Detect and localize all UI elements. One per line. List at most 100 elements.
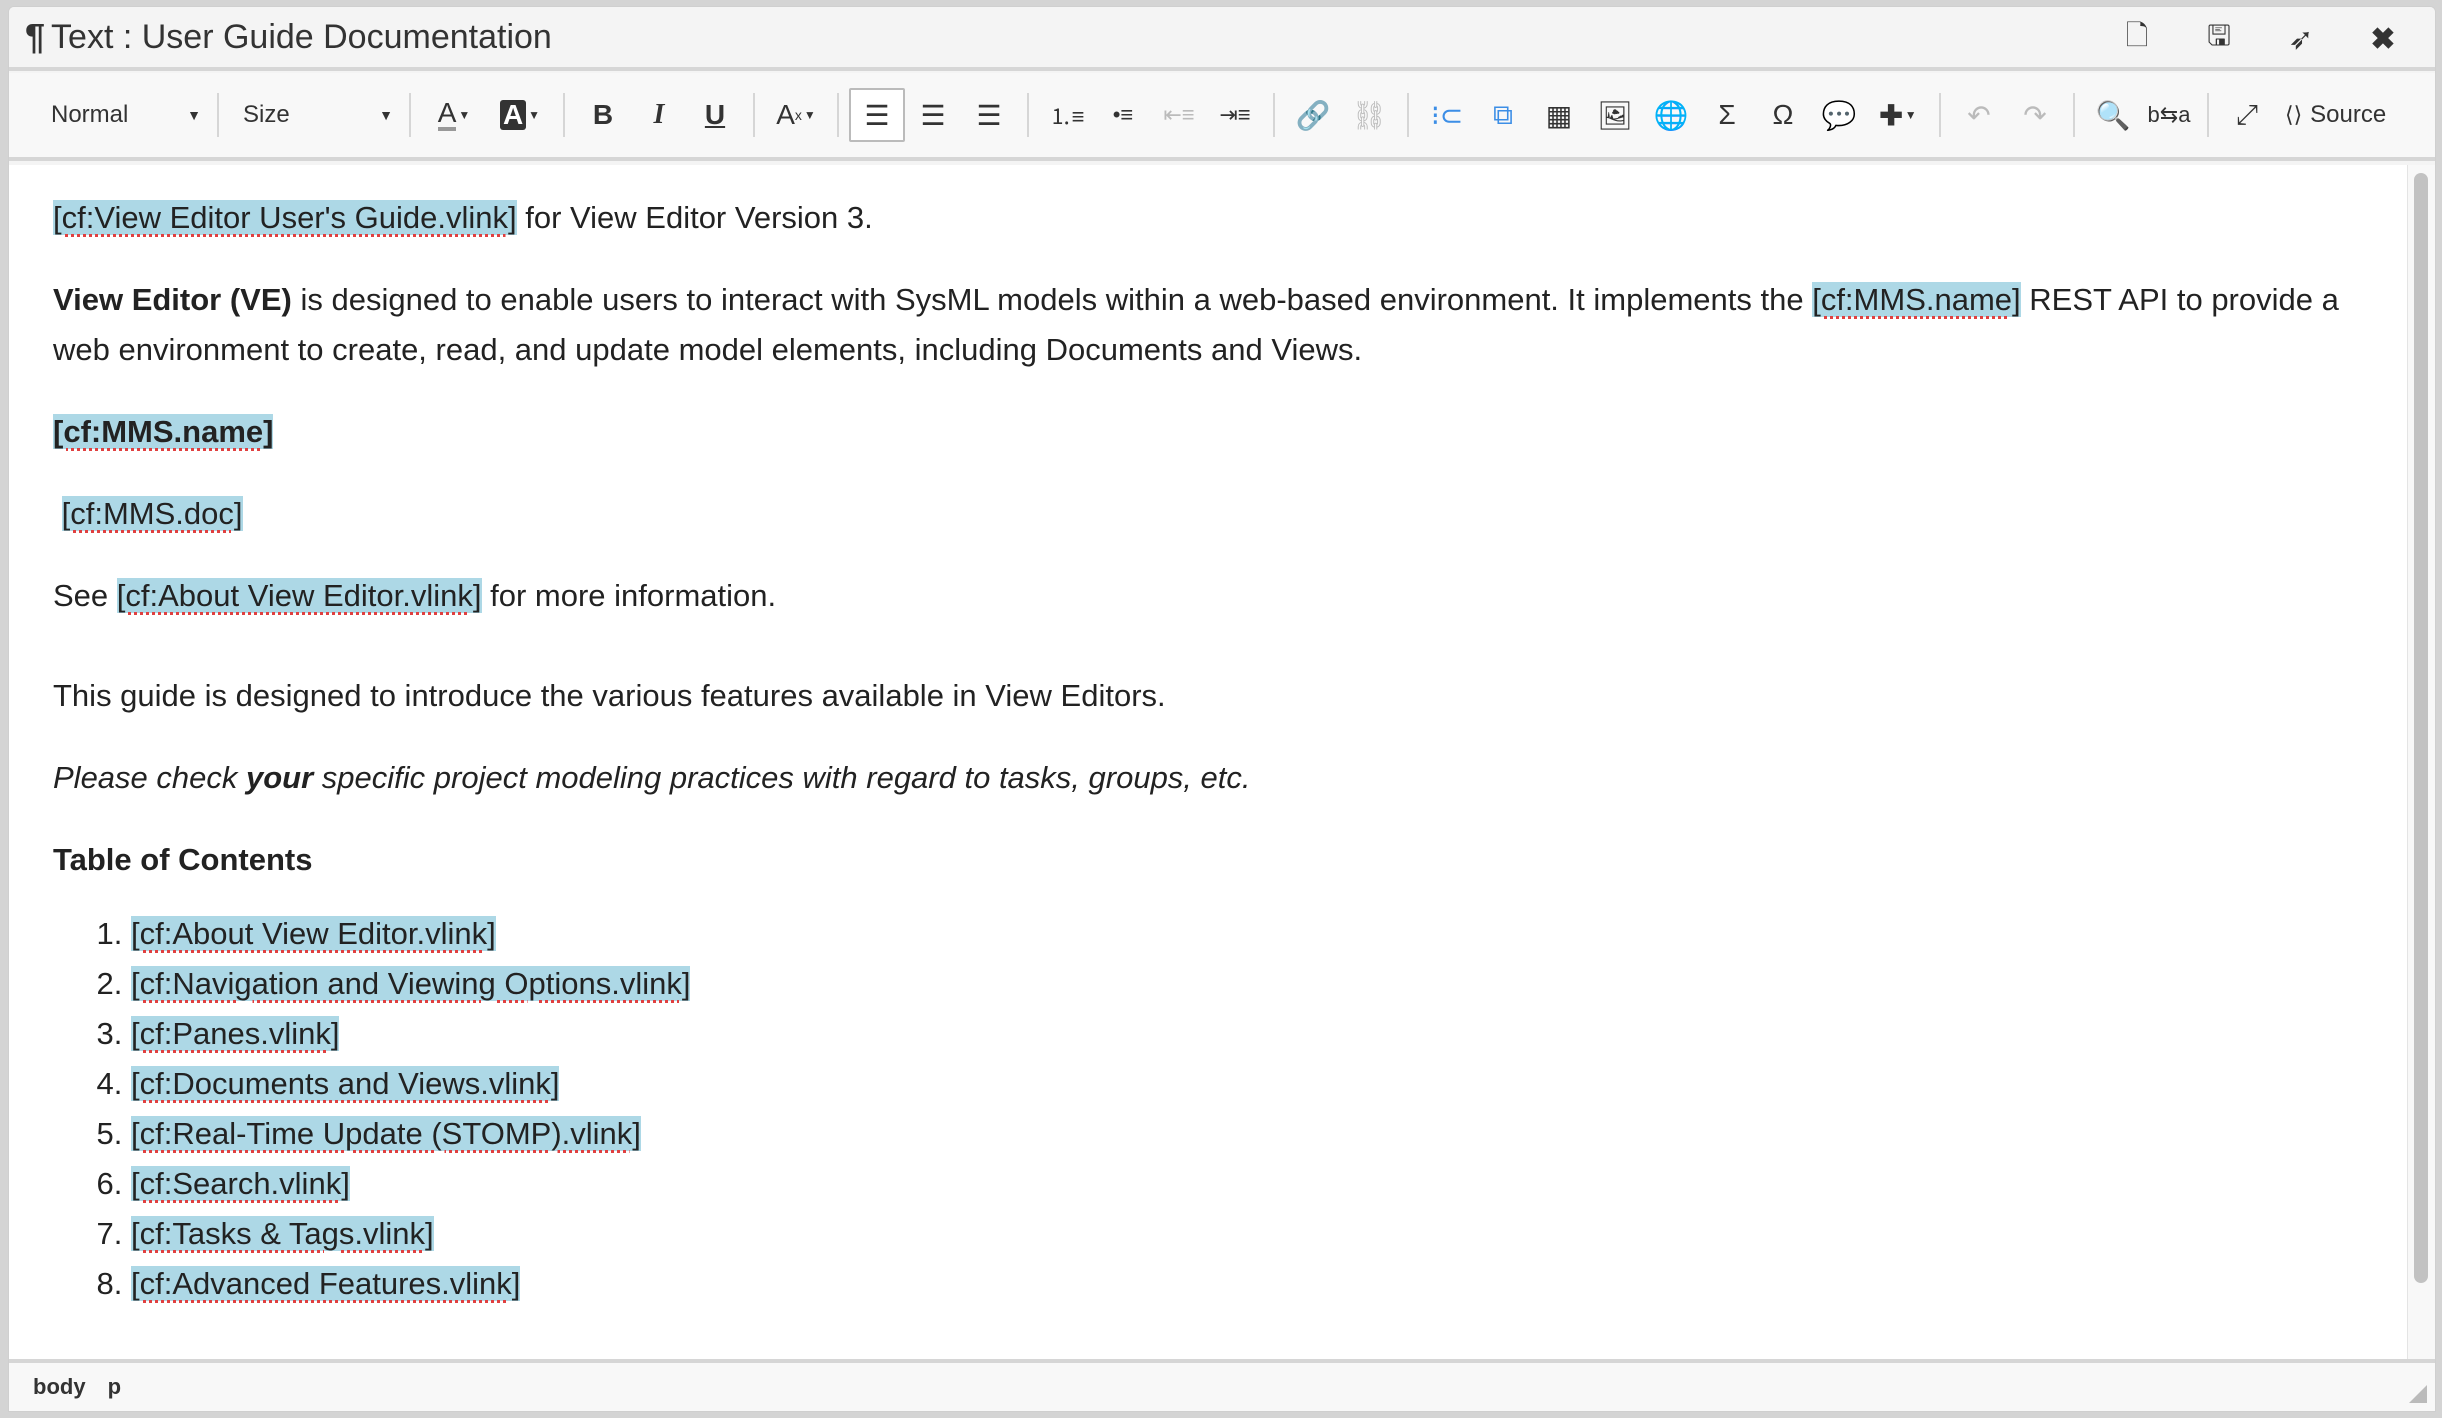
replace-button[interactable]: b⇆a	[2141, 88, 2197, 142]
iframe-button[interactable]: 🌐	[1643, 88, 1699, 142]
close-icon[interactable]: ✖	[2361, 15, 2405, 63]
bold-text: your	[246, 760, 314, 795]
save-icon[interactable]: 🖫	[2197, 15, 2241, 63]
transclusion-link[interactable]: [cf:MMS.name]	[53, 414, 274, 449]
size-dropdown[interactable]: Size ▼	[229, 90, 399, 140]
vertical-scrollbar[interactable]	[2407, 165, 2435, 1361]
view-link[interactable]: [cf:Panes.vlink]	[131, 1016, 340, 1051]
view-link[interactable]: [cf:Advanced Features.vlink]	[131, 1266, 521, 1301]
replace-icon: b⇆a	[2147, 102, 2191, 127]
format-dropdown[interactable]: Normal ▼	[37, 90, 207, 140]
path-item-body[interactable]: body	[33, 1374, 86, 1400]
view-link-icon: ⧉	[1493, 98, 1513, 130]
list-item: [cf:About View Editor.vlink]	[131, 909, 2363, 959]
resize-grip-icon[interactable]	[2409, 1385, 2427, 1403]
view-link[interactable]: [cf:Navigation and Viewing Options.vlink…	[131, 966, 691, 1001]
size-value: Size	[243, 101, 290, 128]
find-button[interactable]: 🔍	[2085, 88, 2141, 142]
divider	[409, 93, 411, 137]
view-link[interactable]: [cf:Tasks & Tags.vlink]	[131, 1216, 434, 1251]
align-right-icon: ☰	[976, 99, 1002, 131]
redo-icon: ↷	[2023, 99, 2047, 131]
paragraph: This guide is designed to introduce the …	[53, 678, 1166, 713]
editor-content[interactable]: [cf:View Editor User's Guide.vlink] for …	[9, 165, 2407, 1361]
chevron-down-icon: ▼	[379, 107, 393, 123]
text: for more information.	[481, 578, 777, 613]
align-left-button[interactable]: ☰	[849, 88, 905, 142]
link-button[interactable]: 🔗	[1285, 88, 1341, 142]
search-icon: 🔍	[2095, 99, 2131, 131]
transclude-icon: ⁝⊂	[1430, 99, 1464, 131]
insert-more-button[interactable]: ✚ ▼	[1867, 88, 1929, 142]
paragraph: Please check your specific project model…	[53, 753, 2363, 803]
maximize-button[interactable]: ⤢	[2219, 88, 2275, 142]
paragraph: [cf:View Editor User's Guide.vlink] for …	[53, 193, 2363, 243]
source-icon: ⟨⟩	[2285, 102, 2303, 127]
view-link[interactable]: [cf:Documents and Views.vlink]	[131, 1066, 560, 1101]
path-item-p[interactable]: p	[108, 1374, 121, 1400]
equation-button[interactable]: Σ	[1699, 88, 1755, 142]
bulleted-list-button[interactable]: •≡	[1095, 88, 1151, 142]
align-right-button[interactable]: ☰	[961, 88, 1017, 142]
remove-format-button[interactable]: Ax ▼	[765, 88, 827, 142]
transclusion-link[interactable]: [cf:MMS.name]	[1812, 282, 2021, 317]
pilcrow-icon: ¶	[25, 16, 46, 57]
paragraph: [cf:MMS.name]	[53, 407, 2363, 457]
element-path-bar: body p	[9, 1359, 2435, 1411]
view-link[interactable]: [cf:View Editor User's Guide.vlink]	[53, 200, 517, 235]
toc-heading: Table of Contents	[53, 842, 313, 877]
special-character-button[interactable]: Ω	[1755, 88, 1811, 142]
list-item: [cf:Advanced Features.vlink]	[131, 1259, 2363, 1309]
unlink-button[interactable]: ⛓	[1341, 88, 1397, 142]
scrollbar-thumb[interactable]	[2414, 173, 2428, 1283]
table-button[interactable]: ▦	[1531, 88, 1587, 142]
list-item: [cf:Search.vlink]	[131, 1159, 2363, 1209]
sigma-icon: Σ	[1718, 99, 1736, 130]
underline-button[interactable]: U	[687, 88, 743, 142]
divider	[1939, 93, 1941, 137]
view-link[interactable]: [cf:Search.vlink]	[131, 1166, 350, 1201]
view-link[interactable]: [cf:About View Editor.vlink]	[116, 578, 482, 613]
toc-list: [cf:About View Editor.vlink] [cf:Navigat…	[53, 909, 2363, 1309]
divider	[837, 93, 839, 137]
undo-button[interactable]: ↶	[1951, 88, 2007, 142]
italic-button[interactable]: I	[631, 88, 687, 142]
send-icon[interactable]: ➶	[2279, 15, 2323, 63]
plus-icon: ✚	[1879, 99, 1903, 131]
image-button[interactable]: 🖼	[1587, 88, 1643, 142]
list-item: [cf:Panes.vlink]	[131, 1009, 2363, 1059]
omega-icon: Ω	[1772, 99, 1794, 130]
numbered-list-button[interactable]: ⒈≡	[1039, 88, 1095, 142]
align-center-icon: ☰	[920, 99, 946, 131]
indent-button[interactable]: ⇥≡	[1207, 88, 1263, 142]
window-title-text: Text : User Guide Documentation	[51, 17, 552, 56]
divider	[1027, 93, 1029, 137]
undo-icon: ↶	[1967, 99, 1991, 131]
text-color-button[interactable]: A ▼	[421, 88, 487, 142]
paragraph: View Editor (VE) is designed to enable u…	[53, 275, 2363, 375]
view-link[interactable]: [cf:Real-Time Update (STOMP).vlink]	[131, 1116, 641, 1151]
redo-button[interactable]: ↷	[2007, 88, 2063, 142]
table-icon: ▦	[1545, 99, 1573, 131]
divider	[753, 93, 755, 137]
bold-button[interactable]: B	[575, 88, 631, 142]
cross-reference-button[interactable]: ⁝⊂	[1419, 88, 1475, 142]
view-link[interactable]: [cf:About View Editor.vlink]	[131, 916, 496, 951]
transclusion-link[interactable]: [cf:MMS.doc]	[61, 496, 243, 531]
view-link-button[interactable]: ⧉	[1475, 88, 1531, 142]
list-item: [cf:Real-Time Update (STOMP).vlink]	[131, 1109, 2363, 1159]
editor-toolbar: Normal ▼ Size ▼ A ▼ A ▼ B I U Ax ▼ ☰ ☰ ☰ ⒈≡ •…	[9, 73, 2435, 161]
pdf-icon[interactable]: 🗋	[2115, 15, 2159, 63]
link-icon: 🔗	[1295, 99, 1331, 131]
list-item: [cf:Navigation and Viewing Options.vlink…	[131, 959, 2363, 1009]
divider	[1407, 93, 1409, 137]
background-color-button[interactable]: A ▼	[487, 88, 553, 142]
source-button[interactable]: ⟨⟩ Source	[2275, 101, 2396, 129]
globe-icon: 🌐	[1653, 99, 1689, 131]
unlink-icon: ⛓	[1351, 99, 1387, 131]
divider	[2207, 93, 2209, 137]
outdent-button[interactable]: ⇤≡	[1151, 88, 1207, 142]
title-bar: ¶ Text : User Guide Documentation 🗋 🖫 ➶ …	[9, 7, 2435, 71]
comment-button[interactable]: 💬	[1811, 88, 1867, 142]
align-center-button[interactable]: ☰	[905, 88, 961, 142]
